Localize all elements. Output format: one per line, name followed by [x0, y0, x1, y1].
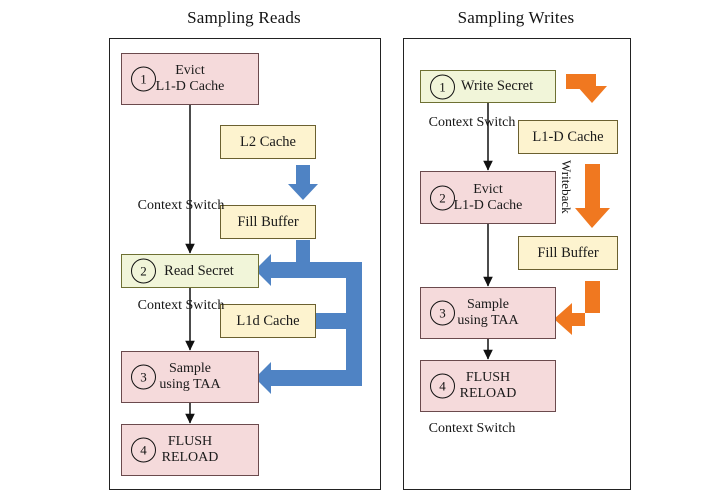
figure-canvas: Sampling Reads 1 Evict L1-D Cache L2 Cac…: [0, 0, 728, 500]
node-writes-evict-line2: L1-D Cache: [453, 197, 523, 213]
node-writes-evict[interactable]: 2 Evict L1-D Cache: [420, 171, 556, 224]
edge-label-writes-ctx1-line1: Context: [428, 115, 473, 130]
edge-label-writes-ctx2-line1: Context: [428, 421, 473, 436]
node-writes-fill-buffer[interactable]: Fill Buffer: [518, 236, 618, 270]
edge-label-writes-ctx2-line2: Switch: [476, 421, 516, 436]
node-writes-flush-reload-line1: FLUSH: [465, 370, 511, 386]
node-writes-sample-taa-line2: using TAA: [457, 313, 519, 328]
node-writes-l1d-cache[interactable]: L1-D Cache: [518, 120, 618, 154]
edge-label-writes-context-switch-2: Context Switch: [424, 421, 520, 437]
node-writes-write-secret-label: Write Secret: [460, 78, 534, 95]
node-writes-sample-taa-line1: Sample: [467, 297, 509, 313]
node-writes-write-secret[interactable]: 1 Write Secret: [420, 70, 556, 103]
node-writes-flush-reload[interactable]: 4 FLUSH RELOAD: [420, 360, 556, 412]
step-badge-1-writes: 1: [430, 74, 455, 99]
step-badge-4-writes: 4: [430, 373, 455, 399]
edge-label-writes-ctx1-line2: Switch: [476, 115, 516, 130]
step-badge-3-writes: 3: [430, 300, 455, 326]
node-writes-fill-buffer-label: Fill Buffer: [537, 244, 599, 261]
node-writes-flush-reload-line2: RELOAD: [459, 386, 517, 401]
orange-dataflow-arrows: [554, 74, 610, 335]
edge-label-writes-writeback: Writeback: [559, 160, 574, 214]
edge-label-writes-context-switch-1: Context Switch: [424, 115, 520, 131]
node-writes-evict-line1: Evict: [473, 181, 503, 197]
node-writes-sample-taa[interactable]: 3 Sample using TAA: [420, 287, 556, 339]
node-writes-l1d-cache-label: L1-D Cache: [532, 128, 604, 145]
step-badge-2-writes: 2: [430, 185, 455, 210]
